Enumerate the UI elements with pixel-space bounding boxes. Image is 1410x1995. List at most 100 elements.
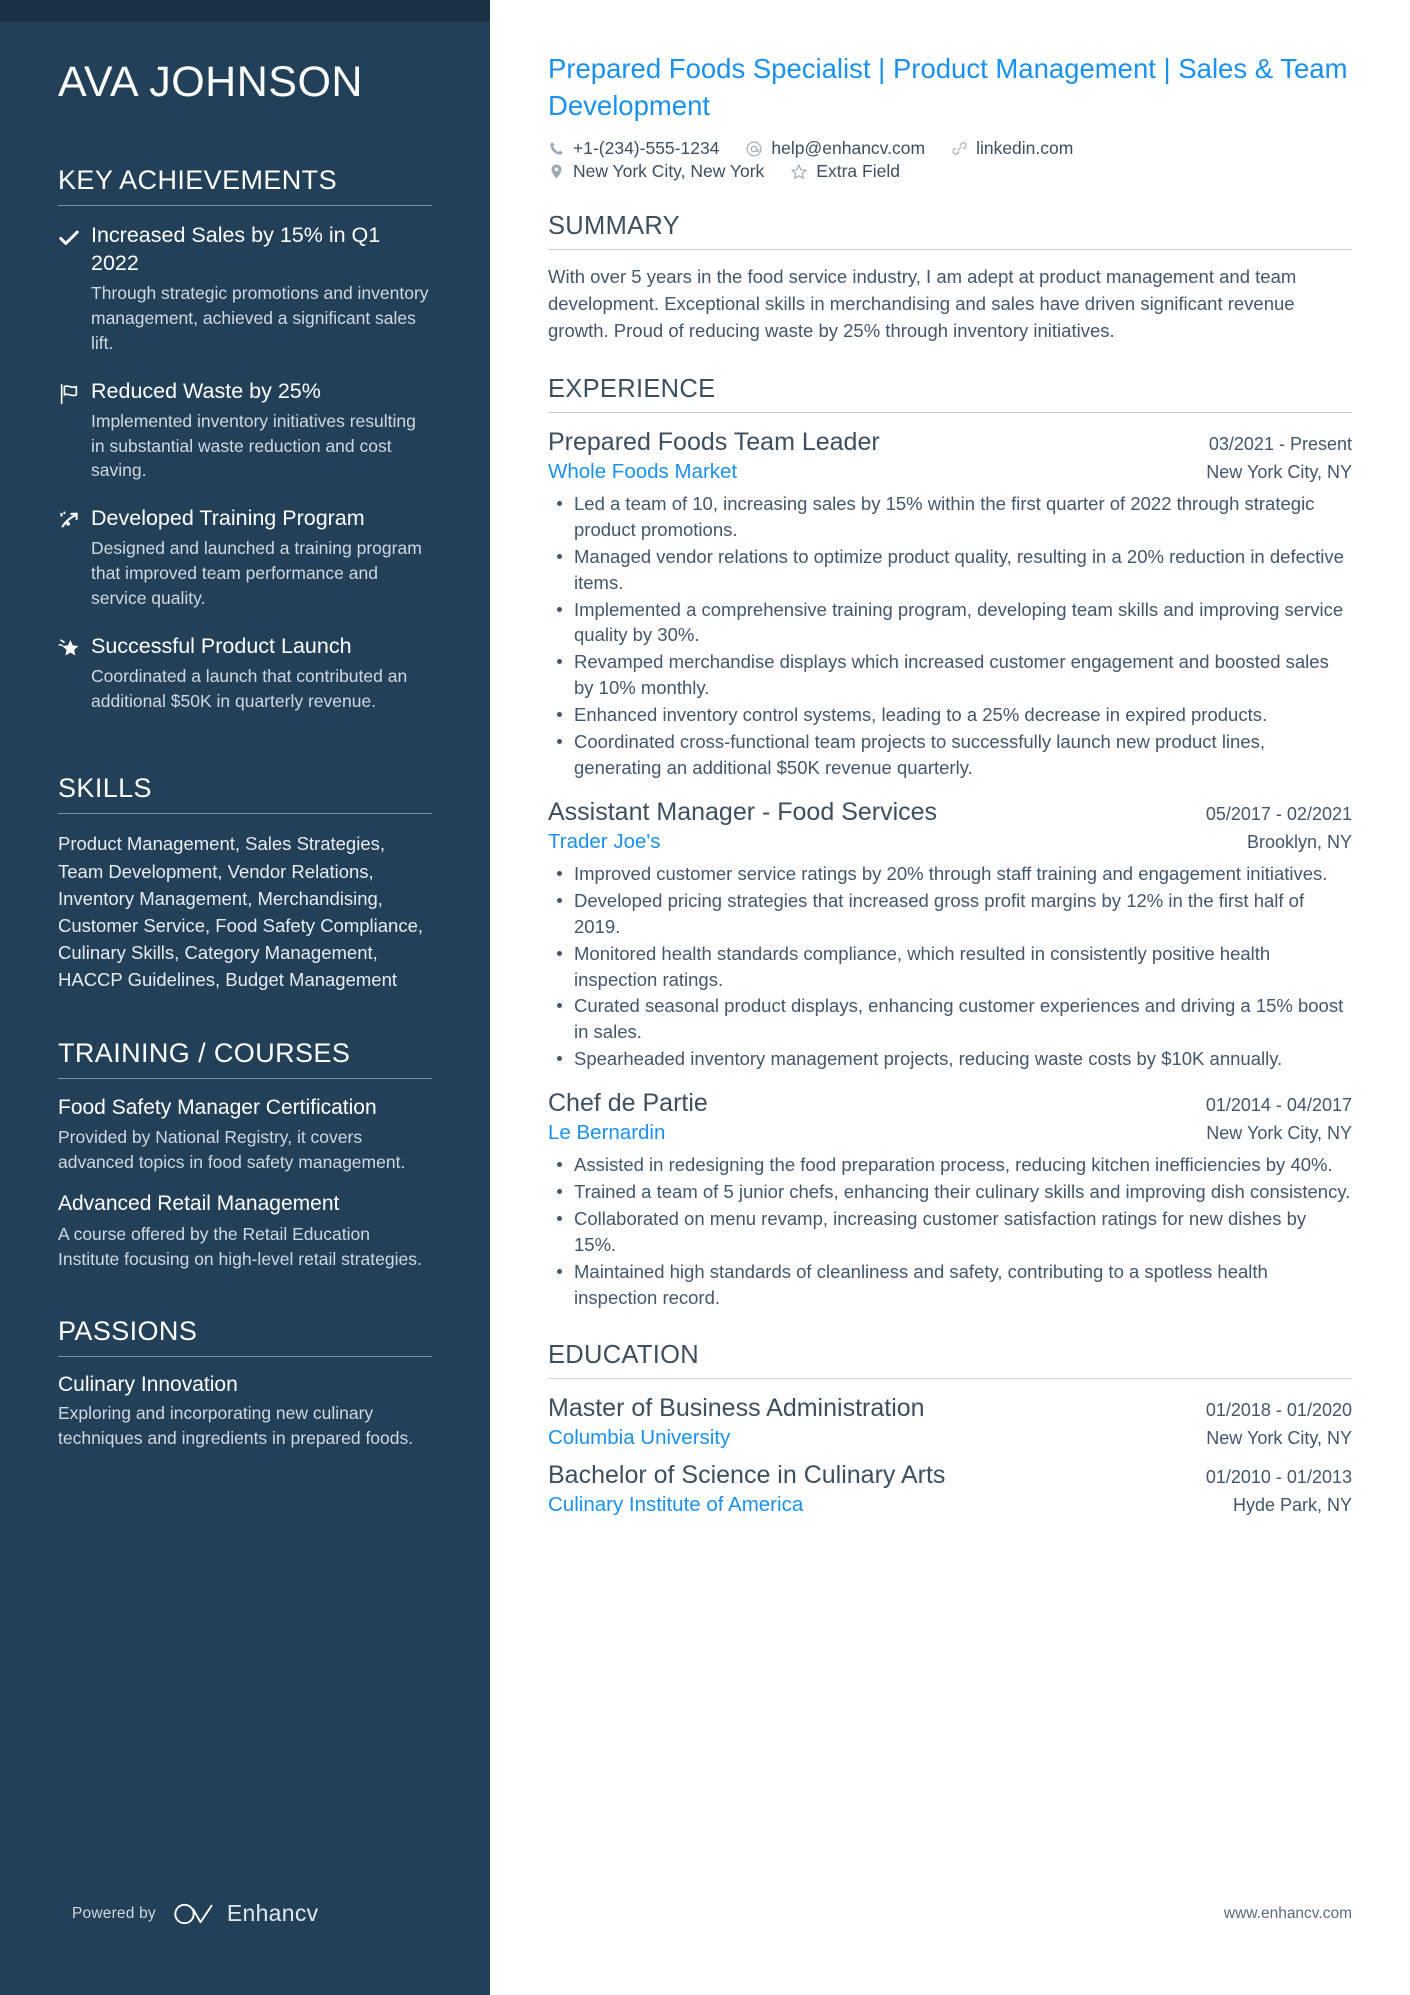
divider [548, 1377, 1352, 1379]
achievement-title: Reduced Waste by 25% [91, 378, 321, 403]
achievement-title: Increased Sales by 15% in Q1 2022 [91, 223, 381, 276]
candidate-name: AVA JOHNSON [58, 58, 363, 106]
contact-linkedin[interactable]: linkedin.com [951, 138, 1073, 159]
divider [58, 813, 432, 815]
job-company[interactable]: Whole Foods Market [548, 460, 737, 484]
job-location: New York City, NY [1206, 1123, 1352, 1144]
enhancv-mark-icon [174, 1903, 213, 1924]
achievement-item: Increased Sales by 15% in Q1 2022 Throug… [58, 222, 432, 371]
education-section: EDUCATION Master of Business Administrat… [548, 1341, 1352, 1518]
school-name[interactable]: Columbia University [548, 1426, 730, 1450]
degree-date: 01/2018 - 01/2020 [1205, 1399, 1352, 1420]
job-company[interactable]: Trader Joe's [548, 830, 661, 854]
powered-by-label: Powered by [72, 1904, 156, 1922]
job-bullets: Improved customer service ratings by 20%… [548, 861, 1352, 1072]
bullet: Led a team of 10, increasing sales by 15… [548, 491, 1352, 543]
achievement-title: Successful Product Launch [91, 633, 352, 658]
location-pin-icon [548, 163, 565, 180]
achievement-description: Coordinated a launch that contributed an… [91, 665, 408, 711]
course-description: Provided by National Registry, it covers… [58, 1127, 406, 1173]
bullet: Improved customer service ratings by 20%… [548, 861, 1352, 887]
at-icon [745, 140, 763, 158]
achievement-item: Successful Product Launch Coordinated a … [58, 633, 432, 730]
experience-entry: Assistant Manager - Food Services 05/201… [548, 797, 1352, 1072]
bullet: Assisted in redesigning the food prepara… [548, 1152, 1352, 1178]
skills-heading: SKILLS [58, 773, 152, 804]
course-item: Food Safety Manager Certification Provid… [58, 1095, 432, 1176]
achievement-description: Designed and launched a training program… [91, 538, 422, 608]
bullet: Revamped merchandise displays which incr… [548, 649, 1352, 701]
contact-row-1: +1-(234)-555-1234 help@enhancv.com linke… [548, 138, 1352, 159]
bullet: Curated seasonal product displays, enhan… [548, 993, 1352, 1045]
training-section: TRAINING / COURSES Food Safety Manager C… [58, 1038, 432, 1272]
contact-phone-value: +1-(234)-555-1234 [573, 138, 720, 159]
education-entry: Bachelor of Science in Culinary Arts 01/… [548, 1460, 1352, 1517]
job-title: Assistant Manager - Food Services [548, 797, 938, 826]
job-date: 05/2017 - 02/2021 [1205, 803, 1352, 824]
experience-entry: Prepared Foods Team Leader 03/2021 - Pre… [548, 427, 1352, 781]
contact-extra-field[interactable]: Extra Field [790, 161, 900, 182]
sidebar-top-strip [0, 0, 490, 22]
bullet: Enhanced inventory control systems, lead… [548, 702, 1352, 728]
bullet: Collaborated on menu revamp, increasing … [548, 1206, 1352, 1258]
enhancv-logo: Enhancv [172, 1900, 319, 1927]
contact-location[interactable]: New York City, New York [548, 161, 764, 182]
experience-entry: Chef de Partie 01/2014 - 04/2017 Le Bern… [548, 1088, 1352, 1311]
passion-item: Culinary Innovation Exploring and incorp… [58, 1373, 432, 1451]
contact-extra-field-value: Extra Field [816, 161, 900, 182]
achievement-description: Through strategic promotions and invento… [91, 283, 429, 353]
job-bullets: Assisted in redesigning the food prepara… [548, 1152, 1352, 1310]
divider [548, 249, 1352, 251]
achievement-item: Reduced Waste by 25% Implemented invento… [58, 378, 432, 499]
bullet: Maintained high standards of cleanliness… [548, 1259, 1352, 1311]
shooting-star-icon [58, 633, 91, 730]
job-date: 03/2021 - Present [1208, 433, 1352, 454]
bullet: Implemented a comprehensive training pro… [548, 597, 1352, 649]
sidebar: AVA JOHNSON KEY ACHIEVEMENTS Increased S… [0, 0, 490, 1995]
passions-heading: PASSIONS [58, 1315, 198, 1346]
experience-heading: EXPERIENCE [548, 374, 716, 403]
rocket-arrow-icon [58, 505, 91, 626]
job-title: Chef de Partie [548, 1089, 708, 1118]
degree-date: 01/2010 - 01/2013 [1205, 1466, 1352, 1487]
bullet: Developed pricing strategies that increa… [548, 888, 1352, 940]
achievement-description: Implemented inventory initiatives result… [91, 410, 416, 481]
course-title: Food Safety Manager Certification [58, 1095, 377, 1119]
course-title: Advanced Retail Management [58, 1192, 340, 1216]
bullet: Coordinated cross-functional team projec… [548, 729, 1352, 781]
job-location: New York City, NY [1206, 461, 1352, 482]
contact-linkedin-value: linkedin.com [976, 138, 1074, 159]
education-heading: EDUCATION [548, 1340, 699, 1369]
skills-list: Product Management, Sales Strategies, Te… [58, 833, 424, 991]
summary-section: SUMMARY With over 5 years in the food se… [548, 212, 1352, 344]
website-footer[interactable]: www.enhancv.com [1224, 1905, 1352, 1923]
divider [548, 411, 1352, 413]
job-company[interactable]: Le Bernardin [548, 1121, 665, 1145]
course-description: A course offered by the Retail Education… [58, 1223, 422, 1269]
divider [58, 1355, 432, 1357]
contact-location-value: New York City, New York [573, 161, 765, 182]
enhancv-wordmark: Enhancv [226, 1900, 319, 1926]
resume-page: AVA JOHNSON KEY ACHIEVEMENTS Increased S… [0, 0, 1410, 1995]
achievement-item: Developed Training Program Designed and … [58, 505, 432, 626]
passion-description: Exploring and incorporating new culinary… [58, 1402, 414, 1448]
divider [58, 1077, 432, 1079]
course-item: Advanced Retail Management A course offe… [58, 1191, 432, 1272]
key-achievements-section: KEY ACHIEVEMENTS Increased Sales by 15% … [58, 165, 432, 729]
job-date: 01/2014 - 04/2017 [1205, 1095, 1352, 1116]
professional-headline: Prepared Foods Specialist | Product Mana… [548, 53, 1348, 122]
bullet: Monitored health standards compliance, w… [548, 941, 1352, 993]
main-content: Prepared Foods Specialist | Product Mana… [490, 0, 1410, 1995]
passions-section: PASSIONS Culinary Innovation Exploring a… [58, 1316, 432, 1451]
contact-phone[interactable]: +1-(234)-555-1234 [548, 138, 719, 159]
powered-by: Powered by Enhancv [72, 1900, 318, 1927]
degree-title: Bachelor of Science in Culinary Arts [548, 1460, 946, 1489]
training-heading: TRAINING / COURSES [58, 1037, 351, 1068]
experience-section: EXPERIENCE Prepared Foods Team Leader 03… [548, 375, 1352, 1311]
bullet: Spearheaded inventory management project… [548, 1046, 1352, 1072]
contact-email[interactable]: help@enhancv.com [745, 138, 925, 159]
flag-icon [58, 378, 91, 499]
education-entry: Master of Business Administration 01/201… [548, 1393, 1352, 1450]
school-name[interactable]: Culinary Institute of America [548, 1493, 803, 1517]
contact-row-2: New York City, New York Extra Field [548, 161, 1352, 182]
